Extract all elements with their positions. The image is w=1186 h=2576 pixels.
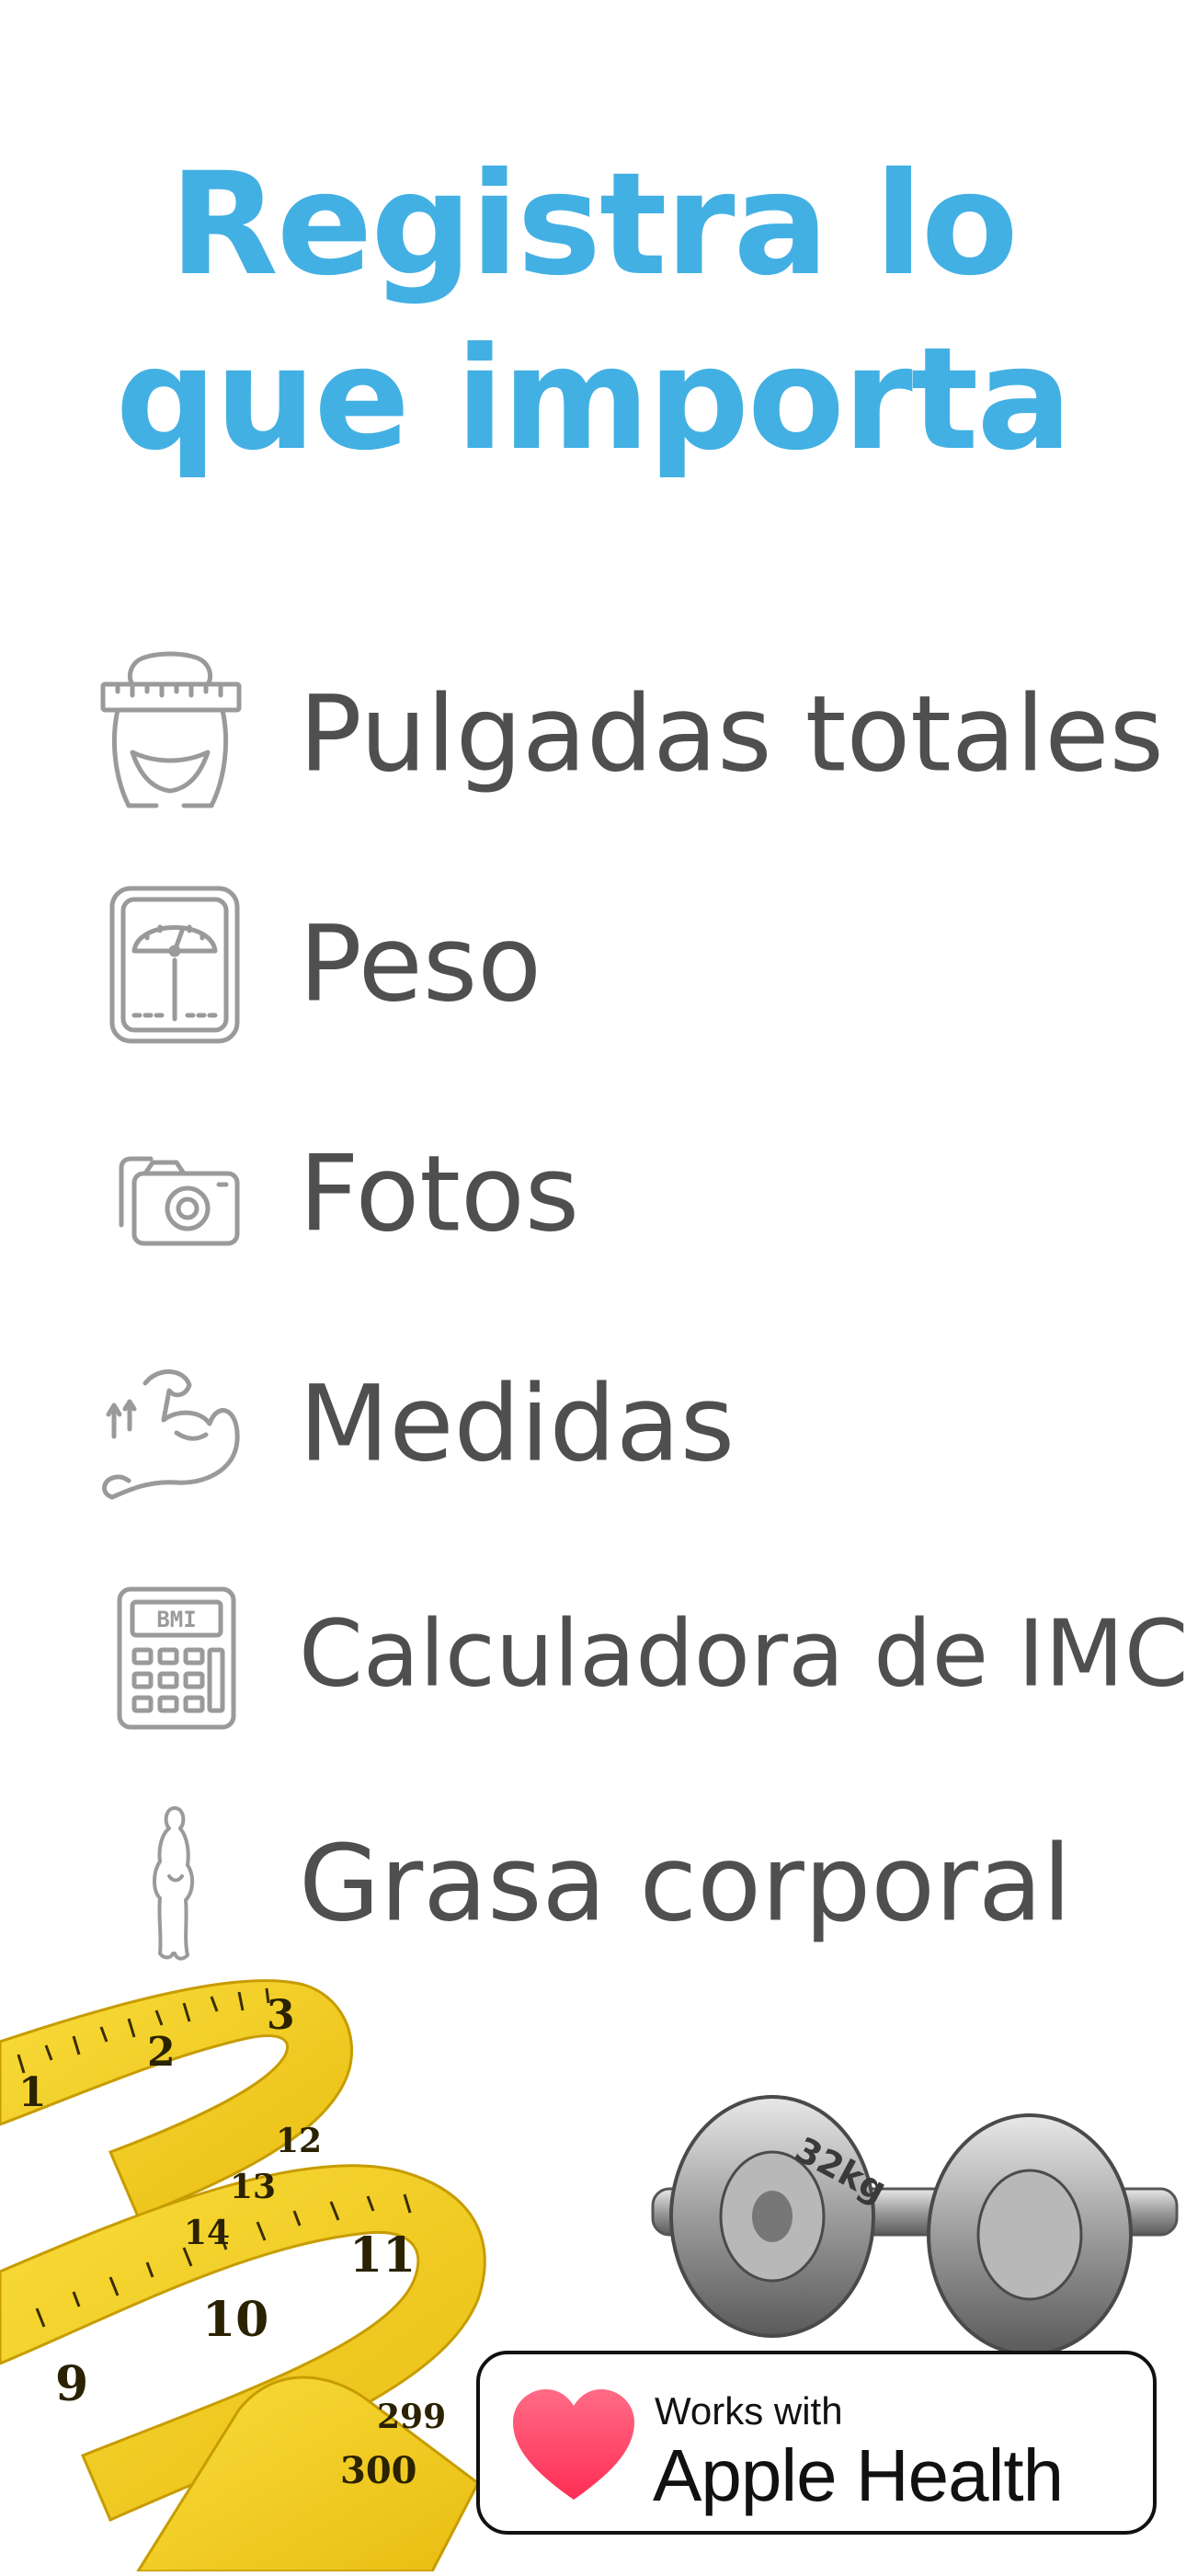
svg-text:9: 9 (55, 2356, 88, 2412)
feature-item-pulgadas: Pulgadas totales (92, 642, 1186, 826)
feature-label: Peso (299, 902, 542, 1025)
bathroom-scale-icon (92, 872, 248, 1056)
feature-label: Fotos (299, 1132, 580, 1255)
feature-item-imc: BMI Calculadora de IMC (92, 1562, 1186, 1746)
badge-big-text: Apple Health (653, 2434, 1064, 2516)
headline: Registra lo que importa (0, 138, 1186, 487)
feature-item-medidas: Medidas (92, 1332, 1186, 1516)
headline-line-1: Registra lo (169, 143, 1018, 307)
svg-text:3: 3 (267, 1992, 295, 2039)
feature-label: Grasa corporal (299, 1822, 1072, 1945)
flexed-arm-icon (92, 1332, 248, 1516)
feature-item-peso: Peso (92, 872, 1186, 1056)
badge-small-text: Works with (655, 2389, 843, 2433)
svg-text:BMI: BMI (156, 1607, 196, 1632)
heart-icon (513, 2389, 634, 2500)
feature-item-grasa: Grasa corporal (92, 1792, 1186, 1975)
feature-label: Calculadora de IMC (299, 1599, 1186, 1708)
apple-health-badge[interactable]: Works with Apple Health (476, 2351, 1157, 2535)
svg-text:12: 12 (276, 2122, 322, 2160)
svg-text:11: 11 (349, 2227, 416, 2284)
svg-text:1: 1 (18, 2069, 47, 2116)
dumbbell-image: 32kg (644, 2088, 1186, 2382)
camera-photos-icon (92, 1102, 248, 1286)
headline-line-2: que importa (115, 317, 1073, 482)
body-silhouette-icon (92, 1792, 248, 1975)
svg-text:2: 2 (147, 2029, 176, 2076)
feature-label: Medidas (299, 1362, 736, 1485)
svg-text:14: 14 (184, 2214, 230, 2252)
svg-text:10: 10 (202, 2292, 268, 2348)
bmi-calculator-icon: BMI (92, 1562, 248, 1746)
svg-text:299: 299 (377, 2398, 446, 2436)
feature-label: Pulgadas totales (299, 672, 1164, 796)
waist-measure-icon (92, 642, 248, 826)
svg-text:13: 13 (230, 2168, 276, 2206)
feature-item-fotos: Fotos (92, 1102, 1186, 1286)
svg-text:300: 300 (340, 2449, 417, 2492)
measuring-tape-image: 1 2 3 9 10 11 12 13 14 300 299 (0, 1968, 515, 2573)
